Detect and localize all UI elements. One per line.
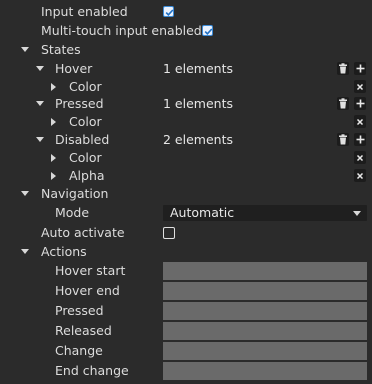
navigation-row[interactable]: Navigation: [0, 185, 372, 203]
chevron-down-icon[interactable]: [36, 101, 44, 106]
input-enabled-checkbox[interactable]: [163, 6, 174, 17]
state-pressed-label: Pressed: [55, 96, 104, 111]
add-state-disabled-button[interactable]: [354, 133, 366, 146]
action-end-change-label: End change: [55, 363, 129, 378]
chevron-right-icon[interactable]: [51, 172, 56, 180]
check-icon: [204, 28, 213, 35]
action-released-field[interactable]: [163, 322, 367, 340]
x-icon: [356, 154, 364, 161]
state-disabled-color-label: Color: [69, 150, 102, 165]
trash-icon: [339, 98, 347, 109]
state-hover-row[interactable]: Hover 1 elements: [0, 60, 372, 78]
action-change-field[interactable]: [163, 342, 367, 360]
state-pressed-color-label: Color: [69, 114, 102, 129]
remove-disabled-alpha-button[interactable]: [354, 169, 366, 182]
x-icon: [356, 83, 364, 90]
action-hover-start-input[interactable]: [163, 262, 367, 280]
remove-pressed-color-button[interactable]: [354, 115, 366, 128]
chevron-right-icon[interactable]: [51, 118, 56, 126]
state-disabled-alpha-row[interactable]: Alpha: [0, 167, 372, 185]
x-icon: [356, 172, 364, 179]
x-icon: [356, 118, 364, 125]
action-end-change-field[interactable]: [163, 362, 367, 380]
state-disabled-count: 2 elements: [163, 132, 233, 147]
action-change-row: Change: [0, 342, 372, 360]
state-hover-color-label: Color: [69, 79, 102, 94]
multitouch-checkbox[interactable]: [202, 25, 213, 36]
delete-state-pressed-button[interactable]: [337, 97, 349, 110]
action-hover-end-row: Hover end: [0, 282, 372, 300]
actions-label: Actions: [41, 244, 87, 259]
action-pressed-label: Pressed: [55, 303, 104, 318]
action-hover-end-field[interactable]: [163, 282, 367, 300]
action-hover-start-field[interactable]: [163, 262, 367, 280]
action-pressed-field[interactable]: [163, 302, 367, 320]
action-hover-end-label: Hover end: [55, 283, 120, 298]
chevron-down-icon[interactable]: [21, 47, 29, 52]
actions-row[interactable]: Actions: [0, 243, 372, 261]
chevron-right-icon[interactable]: [51, 83, 56, 91]
state-hover-label: Hover: [55, 61, 93, 76]
state-disabled-label: Disabled: [55, 132, 110, 147]
auto-activate-checkbox[interactable]: [163, 227, 175, 239]
state-disabled-row[interactable]: Disabled 2 elements: [0, 131, 372, 149]
state-hover-color-row[interactable]: Color: [0, 78, 372, 96]
state-hover-count: 1 elements: [163, 61, 233, 76]
state-disabled-color-row[interactable]: Color: [0, 149, 372, 167]
chevron-down-icon[interactable]: [36, 137, 44, 142]
plus-icon: [356, 64, 364, 73]
auto-activate-row: Auto activate: [0, 224, 372, 242]
action-hover-start-row: Hover start: [0, 262, 372, 280]
remove-hover-color-button[interactable]: [354, 80, 366, 93]
state-pressed-row[interactable]: Pressed 1 elements: [0, 95, 372, 113]
state-pressed-count: 1 elements: [163, 96, 233, 111]
chevron-down-icon[interactable]: [21, 249, 29, 254]
auto-activate-label: Auto activate: [41, 225, 125, 240]
state-disabled-alpha-label: Alpha: [69, 168, 105, 183]
remove-disabled-color-button[interactable]: [354, 151, 366, 164]
chevron-down-icon[interactable]: [36, 66, 44, 71]
action-released-row: Released: [0, 322, 372, 340]
action-hover-end-input[interactable]: [163, 282, 367, 300]
trash-icon: [339, 134, 347, 145]
action-end-change-row: End change: [0, 362, 372, 380]
action-hover-start-label: Hover start: [55, 263, 126, 278]
action-pressed-input[interactable]: [163, 302, 367, 320]
check-icon: [165, 9, 174, 16]
navigation-mode-select[interactable]: Automatic: [163, 205, 367, 221]
input-enabled-row: Input enabled: [0, 3, 372, 21]
plus-icon: [356, 135, 364, 144]
chevron-down-icon: [353, 211, 361, 216]
action-released-label: Released: [55, 323, 112, 338]
add-state-pressed-button[interactable]: [354, 97, 366, 110]
plus-icon: [356, 99, 364, 108]
navigation-mode-value: Automatic: [170, 205, 235, 220]
navigation-label: Navigation: [41, 186, 109, 201]
delete-state-disabled-button[interactable]: [337, 133, 349, 146]
states-label: States: [41, 42, 81, 57]
state-pressed-color-row[interactable]: Color: [0, 113, 372, 131]
input-enabled-label: Input enabled: [41, 4, 128, 19]
trash-icon: [339, 63, 347, 74]
multitouch-label: Multi-touch input enabled: [41, 23, 202, 38]
navigation-mode-row: Mode Automatic: [0, 204, 372, 222]
action-change-label: Change: [55, 343, 103, 358]
action-pressed-row: Pressed: [0, 302, 372, 320]
delete-state-hover-button[interactable]: [337, 62, 349, 75]
action-end-change-input[interactable]: [163, 362, 367, 380]
chevron-right-icon[interactable]: [51, 154, 56, 162]
action-change-input[interactable]: [163, 342, 367, 360]
add-state-hover-button[interactable]: [354, 62, 366, 75]
multitouch-row: Multi-touch input enabled: [0, 22, 372, 40]
navigation-mode-label: Mode: [55, 205, 90, 220]
chevron-down-icon[interactable]: [21, 191, 29, 196]
action-released-input[interactable]: [163, 322, 367, 340]
states-row[interactable]: States: [0, 41, 372, 59]
